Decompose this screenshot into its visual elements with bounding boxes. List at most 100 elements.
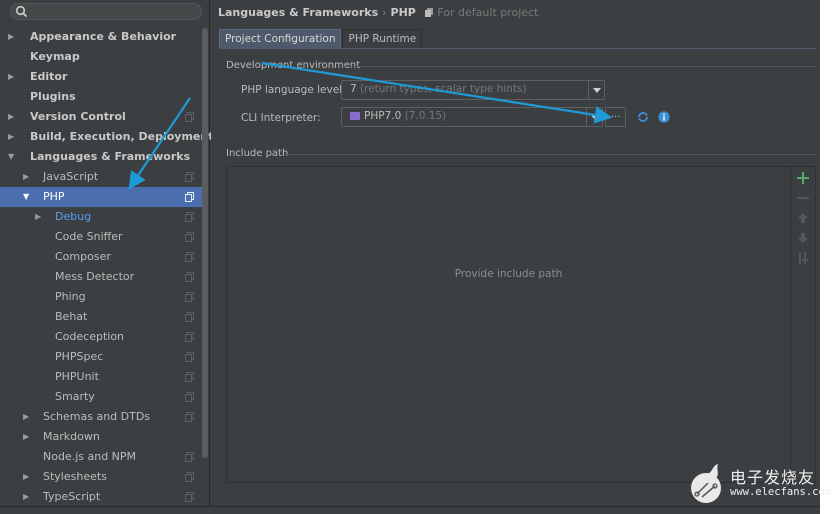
- sidebar-item-languages-frameworks[interactable]: ▼ Languages & Frameworks: [6, 147, 202, 167]
- search-icon: [15, 5, 28, 18]
- chevron-down-icon[interactable]: [586, 108, 602, 126]
- include-path-empty-text: Provide include path: [454, 268, 563, 280]
- breadcrumb-scope: For default project: [437, 6, 539, 19]
- sidebar-item-composer[interactable]: Composer: [6, 247, 202, 267]
- tab-project-configuration[interactable]: Project Configuration: [219, 29, 342, 48]
- sidebar-item-typescript[interactable]: ▶ TypeScript: [6, 487, 202, 507]
- sidebar-item-label: PHP: [43, 190, 65, 203]
- sidebar-item-label: Node.js and NPM: [43, 450, 137, 463]
- sidebar-item-markdown[interactable]: ▶ Markdown: [6, 427, 202, 447]
- sidebar-item-phpspec[interactable]: PHPSpec: [6, 347, 202, 367]
- sidebar-item-keymap[interactable]: Keymap: [6, 47, 202, 67]
- cli-interpreter-label: CLI Interpreter:: [241, 112, 321, 124]
- project-level-icon: [185, 292, 194, 302]
- language-level-select[interactable]: 7 (return types, scalar type hints): [341, 80, 605, 100]
- project-level-icon: [185, 312, 194, 322]
- project-level-icon: [185, 452, 194, 462]
- remove-icon[interactable]: [797, 192, 809, 204]
- breadcrumb-current: PHP: [390, 6, 416, 19]
- move-down-icon[interactable]: [797, 232, 809, 244]
- sidebar-item-node-js-and-npm[interactable]: Node.js and NPM: [6, 447, 202, 467]
- sidebar-item-mess-detector[interactable]: Mess Detector: [6, 267, 202, 287]
- cli-interpreter-name: PHP7.0: [364, 110, 402, 122]
- sidebar-item-phpunit[interactable]: PHPUnit: [6, 367, 202, 387]
- sidebar-item-code-sniffer[interactable]: Code Sniffer: [6, 227, 202, 247]
- language-level-hint: (return types, scalar type hints): [360, 83, 527, 95]
- info-icon[interactable]: [658, 111, 670, 123]
- dialog-bottom-edge: [0, 506, 820, 514]
- language-level-number: 7: [350, 83, 357, 95]
- project-level-icon: [185, 112, 194, 122]
- sidebar-item-behat[interactable]: Behat: [6, 307, 202, 327]
- sidebar-item-label: Code Sniffer: [55, 230, 123, 243]
- sidebar-item-plugins[interactable]: Plugins: [6, 87, 202, 107]
- breadcrumb-parent: Languages & Frameworks: [218, 6, 379, 19]
- settings-sidebar: ▶ Appearance & Behavior Keymap ▶ Editor Plugi…: [0, 0, 213, 507]
- refresh-icon[interactable]: [637, 111, 649, 123]
- sidebar-item-label: Editor: [30, 70, 68, 83]
- expand-right-icon[interactable]: ▶: [23, 167, 33, 187]
- sidebar-item-javascript[interactable]: ▶ JavaScript: [6, 167, 202, 187]
- sidebar-item-label: Version Control: [30, 110, 126, 123]
- php-interpreter-icon: [350, 112, 360, 120]
- expand-right-icon[interactable]: ▶: [23, 407, 33, 427]
- sidebar-item-stylesheets[interactable]: ▶ Stylesheets: [6, 467, 202, 487]
- sidebar-item-label: TypeScript: [43, 490, 101, 503]
- expand-right-icon[interactable]: ▶: [23, 467, 33, 487]
- settings-tree: ▶ Appearance & Behavior Keymap ▶ Editor Plugi…: [0, 27, 213, 507]
- sidebar-item-appearance-behavior[interactable]: ▶ Appearance & Behavior: [6, 27, 202, 47]
- expand-right-icon[interactable]: ▶: [8, 127, 18, 147]
- settings-search-input[interactable]: [10, 3, 202, 20]
- sidebar-item-debug[interactable]: ▶ Debug: [6, 207, 202, 227]
- move-up-icon[interactable]: [797, 212, 809, 224]
- project-level-icon: [185, 212, 194, 222]
- breadcrumb-separator: ›: [382, 6, 387, 19]
- sidebar-item-label: Debug: [55, 210, 92, 223]
- image-margin: [820, 0, 834, 514]
- sidebar-item-php[interactable]: ▼ PHP: [0, 187, 202, 207]
- sort-icon[interactable]: [797, 252, 809, 264]
- browse-interpreters-button[interactable]: ...: [605, 107, 626, 127]
- include-path-list[interactable]: Provide include path: [227, 167, 791, 482]
- sidebar-item-phing[interactable]: Phing: [6, 287, 202, 307]
- expand-right-icon[interactable]: ▶: [8, 67, 18, 87]
- project-level-icon: [185, 492, 194, 502]
- settings-tabs: Project Configuration PHP Runtime: [219, 29, 423, 48]
- sidebar-item-codeception[interactable]: Codeception: [6, 327, 202, 347]
- expand-right-icon[interactable]: ▶: [8, 107, 18, 127]
- sidebar-item-label: Mess Detector: [55, 270, 135, 283]
- expand-right-icon[interactable]: ▶: [35, 207, 45, 227]
- sidebar-item-label: Schemas and DTDs: [43, 410, 151, 423]
- sidebar-item-label: Plugins: [30, 90, 76, 103]
- sidebar-item-label: Languages & Frameworks: [30, 150, 191, 163]
- sidebar-item-smarty[interactable]: Smarty: [6, 387, 202, 407]
- sidebar-item-schemas-and-dtds[interactable]: ▶ Schemas and DTDs: [6, 407, 202, 427]
- expand-down-icon[interactable]: ▼: [8, 147, 18, 167]
- sidebar-item-label: PHPUnit: [55, 370, 99, 383]
- include-path-panel: Provide include path: [226, 166, 816, 483]
- expand-down-icon[interactable]: ▼: [23, 187, 33, 207]
- sidebar-item-version-control[interactable]: ▶ Version Control: [6, 107, 202, 127]
- watermark-url: www.elecfans.com: [730, 486, 832, 498]
- sidebar-item-editor[interactable]: ▶ Editor: [6, 67, 202, 87]
- sidebar-item-label: Smarty: [55, 390, 95, 403]
- sidebar-item-label: Keymap: [30, 50, 80, 63]
- add-icon[interactable]: [797, 172, 809, 184]
- php-settings-panel: Languages & Frameworks › PHP For default p…: [211, 0, 820, 506]
- sidebar-item-label: Stylesheets: [43, 470, 107, 483]
- project-level-icon: [185, 192, 194, 202]
- sidebar-item-build-execution-deployment[interactable]: ▶ Build, Execution, Deployment: [6, 127, 213, 147]
- sidebar-scrollbar[interactable]: [202, 28, 208, 458]
- sidebar-item-label: JavaScript: [43, 170, 99, 183]
- project-level-icon: [185, 272, 194, 282]
- project-level-icon: [185, 332, 194, 342]
- sidebar-item-label: Build, Execution, Deployment: [30, 130, 214, 143]
- expand-right-icon[interactable]: ▶: [23, 487, 33, 507]
- project-level-icon: [185, 472, 194, 482]
- expand-right-icon[interactable]: ▶: [23, 427, 33, 447]
- cli-interpreter-select[interactable]: PHP7.0 (7.0.15): [341, 107, 603, 127]
- chevron-down-icon[interactable]: [588, 81, 604, 99]
- sidebar-item-label: Phing: [55, 290, 86, 303]
- tab-php-runtime[interactable]: PHP Runtime: [342, 29, 423, 48]
- expand-right-icon[interactable]: ▶: [8, 27, 18, 47]
